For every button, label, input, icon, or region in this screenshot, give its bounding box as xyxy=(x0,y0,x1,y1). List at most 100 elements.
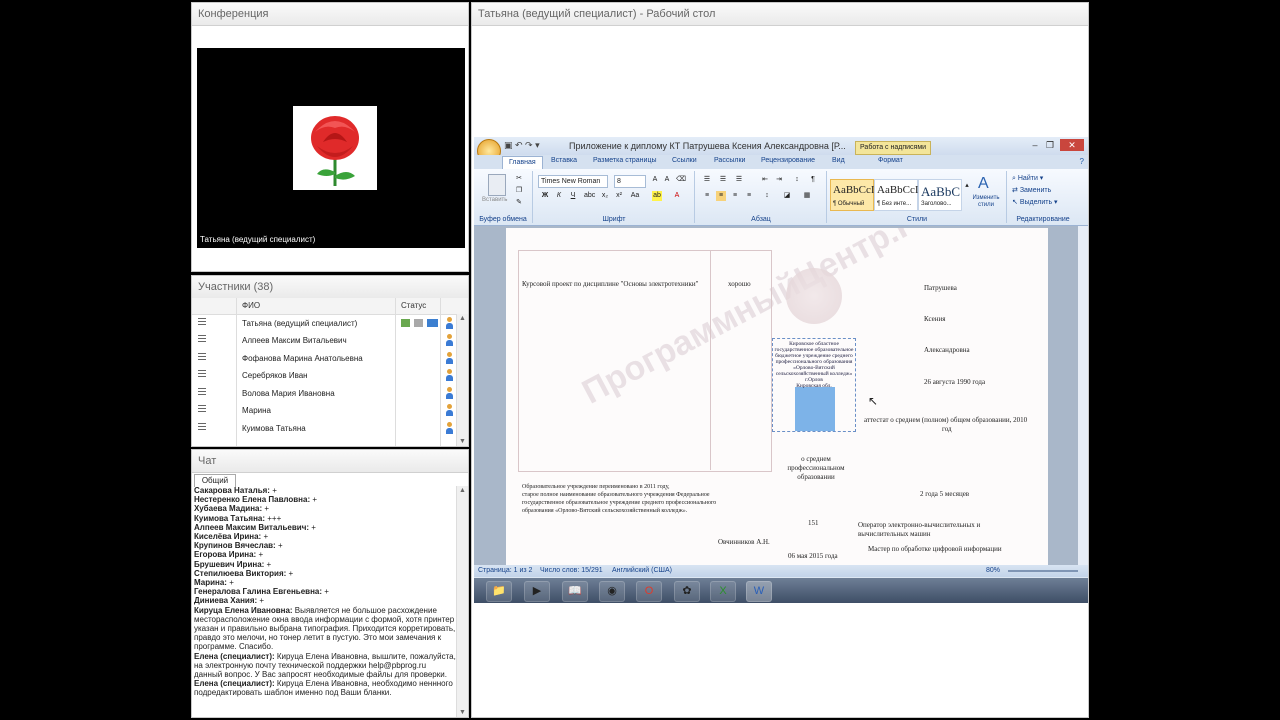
video-window[interactable]: Татьяна (ведущий специалист) xyxy=(197,48,465,248)
increase-indent-icon[interactable]: ⇥ xyxy=(774,175,784,185)
table-row[interactable]: Волова Мария Ивановна xyxy=(192,385,458,402)
word-titlebar[interactable]: ▣ ↶ ↷ ▾ Приложение к диплому КТ Патрушев… xyxy=(474,137,1088,155)
find-button[interactable]: ⌕ Найти ▾ xyxy=(1012,174,1043,183)
replace-button[interactable]: ⇄ Заменить xyxy=(1012,186,1051,194)
menu-icon[interactable] xyxy=(198,318,206,326)
tab-mailings[interactable]: Рассылки xyxy=(714,157,745,164)
grow-font-icon[interactable]: A xyxy=(650,175,660,185)
tab-format[interactable]: Формат xyxy=(878,157,903,164)
close-icon[interactable]: ✕ xyxy=(1060,139,1084,151)
align-left-icon[interactable]: ≡ xyxy=(702,191,712,201)
font-color-icon[interactable]: A xyxy=(672,191,682,201)
chrome-icon[interactable]: ◉ xyxy=(599,581,625,602)
tab-page-layout[interactable]: Разметка страницы xyxy=(593,157,657,164)
strikethrough-icon[interactable]: abc xyxy=(584,191,595,201)
bullets-icon[interactable]: ☰ xyxy=(702,175,712,185)
word-icon[interactable]: W xyxy=(746,581,772,602)
scroll-down-icon[interactable]: ▼ xyxy=(459,709,466,716)
language-status[interactable]: Английский (США) xyxy=(612,567,672,574)
document-scrollbar[interactable] xyxy=(1078,226,1088,565)
clipboard-group-label: Буфер обмена xyxy=(479,216,527,223)
rose-app-icon[interactable]: ✿ xyxy=(674,581,700,602)
menu-icon[interactable] xyxy=(198,405,206,413)
multilevel-list-icon[interactable]: ☰ xyxy=(734,175,744,185)
player-icon[interactable]: ▶ xyxy=(524,581,550,602)
table-row[interactable]: Татьяна (ведущий специалист) xyxy=(192,315,458,332)
font-size-select[interactable]: 8 xyxy=(614,175,646,188)
quick-access-icons[interactable]: ▣ ↶ ↷ ▾ xyxy=(504,140,540,151)
clear-format-icon[interactable]: ⌫ xyxy=(676,175,686,185)
col-status[interactable]: Статус xyxy=(401,301,426,310)
superscript-icon[interactable]: x² xyxy=(614,191,624,201)
bold-icon[interactable]: Ж xyxy=(540,191,550,201)
shading-icon[interactable]: ◪ xyxy=(782,191,792,201)
menu-icon[interactable] xyxy=(198,423,206,431)
change-case-icon[interactable]: Aa xyxy=(630,191,640,201)
numbering-icon[interactable]: ☰ xyxy=(718,175,728,185)
participants-scrollbar[interactable]: ▲ ▼ xyxy=(456,314,468,446)
style-heading[interactable]: AaBbC Заголово... xyxy=(918,179,962,211)
borders-icon[interactable]: ▦ xyxy=(802,191,812,201)
participant-name: Алпеев Максим Витальевич xyxy=(242,336,347,345)
page-status[interactable]: Страница: 1 из 2 xyxy=(478,567,532,574)
table-row[interactable]: Куимова Татьяна xyxy=(192,420,458,437)
help-icon[interactable]: ? xyxy=(1080,157,1084,166)
format-painter-icon[interactable]: ✎ xyxy=(514,198,524,208)
tab-home[interactable]: Главная xyxy=(502,156,543,169)
cut-icon[interactable]: ✂ xyxy=(514,174,524,184)
zoom-slider[interactable] xyxy=(1008,570,1078,572)
sort-icon[interactable]: ↕ xyxy=(792,175,802,185)
tab-review[interactable]: Рецензирование xyxy=(761,157,815,164)
highlight-icon[interactable]: ab xyxy=(652,191,662,201)
menu-icon[interactable] xyxy=(198,388,206,396)
align-right-icon[interactable]: ≡ xyxy=(730,191,740,201)
textbox-selection xyxy=(795,387,835,431)
paste-button[interactable]: Вставить xyxy=(482,197,507,203)
table-row[interactable]: Фофанова Марина Анатольевна xyxy=(192,350,458,367)
folder-icon[interactable]: 📁 xyxy=(486,581,512,602)
italic-icon[interactable]: К xyxy=(554,191,564,201)
scroll-down-icon[interactable]: ▼ xyxy=(459,438,466,445)
opera-icon[interactable]: O xyxy=(636,581,662,602)
tab-references[interactable]: Ссылки xyxy=(672,157,697,164)
table-row[interactable]: Серебряков Иван xyxy=(192,367,458,384)
tab-insert[interactable]: Вставка xyxy=(551,157,577,164)
font-name-select[interactable]: Times New Roman xyxy=(538,175,608,188)
shrink-font-icon[interactable]: A xyxy=(662,175,672,185)
excel-icon[interactable]: X xyxy=(710,581,736,602)
word-window[interactable]: ▣ ↶ ↷ ▾ Приложение к диплому КТ Патрушев… xyxy=(474,137,1088,603)
menu-icon[interactable] xyxy=(198,370,206,378)
select-button[interactable]: ↖ Выделить ▾ xyxy=(1012,198,1058,206)
underline-icon[interactable]: Ч xyxy=(568,191,578,201)
book-icon[interactable]: 📖 xyxy=(562,581,588,602)
tab-view[interactable]: Вид xyxy=(832,157,845,164)
menu-icon[interactable] xyxy=(198,353,206,361)
minimize-icon[interactable]: – xyxy=(1028,139,1042,151)
decrease-indent-icon[interactable]: ⇤ xyxy=(760,175,770,185)
paste-icon[interactable] xyxy=(488,174,506,196)
scroll-up-icon[interactable]: ▲ xyxy=(459,315,466,322)
copy-icon[interactable]: ❐ xyxy=(514,186,524,196)
table-row[interactable]: Алпеев Максим Витальевич xyxy=(192,332,458,349)
table-row[interactable]: Марина xyxy=(192,402,458,419)
col-name[interactable]: ФИО xyxy=(242,301,260,310)
chat-scrollbar[interactable]: ▲ ▼ xyxy=(456,486,468,717)
style-no-spacing[interactable]: AaBbCcI ¶ Без инте... xyxy=(874,179,919,211)
line-spacing-icon[interactable]: ↕ xyxy=(762,191,772,201)
align-center-icon[interactable]: ≡ xyxy=(716,191,726,201)
restore-icon[interactable]: ❐ xyxy=(1043,139,1057,151)
style-normal[interactable]: AaBbCcI ¶ Обычный xyxy=(830,179,875,211)
change-styles-icon[interactable]: A xyxy=(978,175,989,193)
styles-scroll-icon[interactable]: ▴ xyxy=(962,181,972,191)
selected-textbox[interactable]: Кировское областное государственное обра… xyxy=(772,338,856,432)
change-styles-button[interactable]: Изменить стили xyxy=(968,195,1004,209)
zoom-level[interactable]: 80% xyxy=(986,567,1000,574)
document-area[interactable]: ПрограммныйЦентр.РФ Курсовой проект по д… xyxy=(474,226,1078,565)
pilcrow-icon[interactable]: ¶ xyxy=(808,175,818,185)
subscript-icon[interactable]: x₂ xyxy=(600,191,610,201)
justify-icon[interactable]: ≡ xyxy=(744,191,754,201)
word-count-status[interactable]: Число слов: 15/291 xyxy=(540,567,603,574)
menu-icon[interactable] xyxy=(198,335,206,343)
document-page[interactable]: ПрограммныйЦентр.РФ Курсовой проект по д… xyxy=(506,228,1048,565)
scroll-up-icon[interactable]: ▲ xyxy=(459,487,466,494)
